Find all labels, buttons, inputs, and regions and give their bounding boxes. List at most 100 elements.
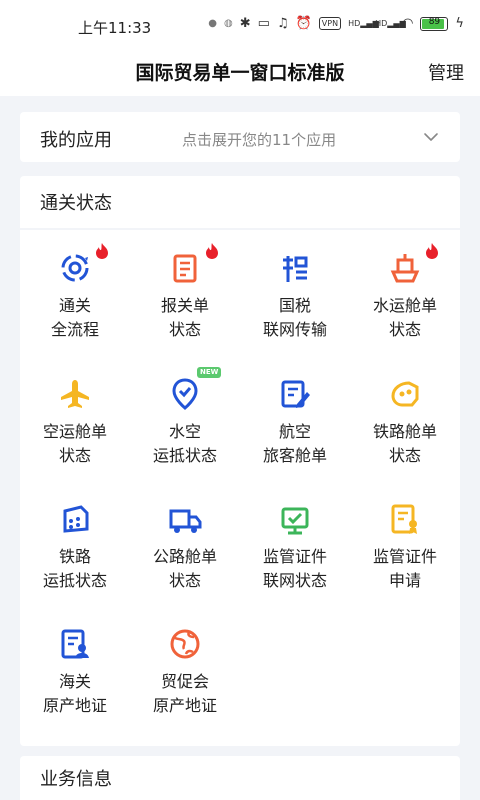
manage-button[interactable]: 管理: [428, 59, 464, 85]
app-header: 国际贸易单一窗口标准版 管理: [0, 52, 480, 96]
mute-icon: ♫: [276, 16, 289, 31]
grid-item-label-line1: 报关单: [160, 296, 209, 315]
notification-dot-icon: ●: [208, 18, 218, 29]
notification-icon: ◍: [224, 18, 233, 29]
new-badge: NEW: [197, 367, 222, 378]
my-apps-card[interactable]: 我的应用 点击展开您的11个应用: [20, 112, 460, 162]
grid-item-label-line1: 通关: [58, 296, 91, 315]
grid-item-国税联网传输[interactable]: 国税 联网传输: [240, 250, 350, 370]
grid-item-label-line2: 联网状态: [262, 571, 327, 590]
grid-item-label-line2: 状态: [388, 320, 421, 339]
grid-item-label: 公路舱单 状态: [130, 545, 240, 593]
grid-item-label-line1: 监管证件: [262, 547, 327, 566]
origin-cert-icon: [61, 629, 89, 659]
customs-status-title: 通关状态: [40, 193, 112, 214]
grid-item-label: 空运舱单 状态: [20, 420, 130, 468]
grid-item-label: 国税 联网传输: [240, 294, 350, 342]
wifi-icon: ◠: [402, 16, 414, 31]
battery-icon: 89: [420, 16, 449, 31]
grid-item-label-line1: 水空: [168, 422, 201, 441]
hot-fire-icon: [96, 243, 108, 259]
grid-item-label: 海关 原产地证: [20, 670, 130, 718]
grid-item-label: 水运舱单 状态: [350, 294, 460, 342]
grid-item-label-line1: 水运舱单: [372, 296, 437, 315]
tax-icon: [283, 256, 308, 282]
grid-item-label: 通关 全流程: [20, 294, 130, 342]
grid-item-label-line2: 运抵状态: [42, 571, 107, 590]
grid-item-label: 航空 旅客舱单: [240, 420, 350, 468]
status-bar: 上午11:33 ● ◍ ✱ ▭ ♫ ⏰ VPN HD▂▄▆ HD▂▄▆ ◠ 89…: [0, 0, 480, 52]
airplane-icon: [61, 380, 89, 408]
hot-fire-icon: [206, 243, 218, 259]
grid-item-label-line2: 联网传输: [262, 320, 327, 339]
grid-item-label-line2: 状态: [168, 320, 201, 339]
grid-item-label-line2: 状态: [58, 446, 91, 465]
signal-2-icon: HD▂▄▆: [375, 18, 406, 28]
status-icons: ● ◍ ✱ ▭ ♫ ⏰ VPN HD▂▄▆ HD▂▄▆ ◠ 89 ϟ: [208, 16, 464, 31]
my-apps-title: 我的应用: [40, 130, 112, 151]
edit-doc-icon: [281, 380, 310, 408]
hot-fire-icon: [426, 243, 438, 259]
my-apps-hint: 点击展开您的11个应用: [182, 131, 337, 149]
truck-icon: [169, 509, 202, 533]
train-icon: [391, 381, 419, 407]
grid-item-通关全流程[interactable]: 通关 全流程: [20, 243, 130, 370]
grid-item-label-line1: 空运舱单: [42, 422, 107, 441]
bluetooth-icon: ✱: [239, 16, 251, 31]
grid-item-报关单状态[interactable]: 报关单 状态: [130, 243, 240, 370]
rail-box-icon: [63, 505, 89, 533]
grid-item-label: 贸促会 原产地证: [130, 670, 240, 718]
grid-item-label-line1: 监管证件: [372, 547, 437, 566]
certificate-award-icon: [391, 504, 417, 534]
grid-item-海关原产地证[interactable]: 海关 原产地证: [20, 626, 130, 746]
grid-item-label-line2: 状态: [168, 571, 201, 590]
vpn-badge: VPN: [318, 17, 342, 30]
chevron-down-icon[interactable]: [422, 128, 440, 146]
grid-item-监管证件申请[interactable]: 监管证件 申请: [350, 501, 460, 621]
grid-item-label-line2: 申请: [388, 571, 421, 590]
grid-item-水空运抵状态[interactable]: NEW 水空运抵状态: [130, 367, 240, 496]
grid-item-贸促会原产地证[interactable]: 贸促会 原产地证: [130, 626, 240, 746]
grid-item-label: 铁路 运抵状态: [20, 545, 130, 593]
grid-item-label: 水空 运抵状态: [130, 420, 240, 468]
customs-status-card: 通关状态 通关 全流程 报关单 状态 国税 联网传输 水运舱单 状态 空运舱单 状态 NEW 水空 运抵…: [20, 176, 460, 746]
grid-item-label-line1: 海关: [58, 672, 91, 691]
location-check-icon: [172, 378, 198, 410]
grid-item-label-line2: 运抵状态: [152, 446, 217, 465]
certificate-network-icon: [281, 507, 309, 535]
grid-item-label-line1: 航空: [278, 422, 311, 441]
grid-item-公路舱单状态[interactable]: 公路舱单 状态: [130, 501, 240, 621]
grid-item-水运舱单状态[interactable]: 水运舱单 状态: [350, 243, 460, 370]
divider: [20, 228, 460, 230]
grid-item-空运舱单状态[interactable]: 空运舱单 状态: [20, 376, 130, 496]
nfc-icon: ▭: [257, 16, 270, 31]
grid-item-铁路舱单状态[interactable]: 铁路舱单 状态: [350, 376, 460, 496]
ship-icon: [390, 254, 420, 283]
business-info-card: 业务信息: [20, 756, 460, 800]
grid-item-label: 铁路舱单 状态: [350, 420, 460, 468]
grid-item-label-line2: 原产地证: [152, 696, 217, 715]
grid-item-label: 报关单 状态: [130, 294, 240, 342]
charging-icon: ϟ: [455, 16, 464, 31]
grid-item-label-line2: 状态: [388, 446, 421, 465]
grid-item-label-line2: 旅客舱单: [262, 446, 327, 465]
declaration-doc-icon: [173, 254, 197, 283]
business-info-title: 业务信息: [40, 769, 112, 790]
grid-item-label-line1: 铁路舱单: [372, 422, 437, 441]
grid-item-航空旅客舱单[interactable]: 航空 旅客舱单: [240, 376, 350, 496]
page-title: 国际贸易单一窗口标准版: [135, 62, 345, 84]
grid-item-label-line2: 全流程: [50, 320, 99, 339]
grid-item-label-line1: 公路舱单: [152, 547, 217, 566]
grid-item-label: 监管证件 联网状态: [240, 545, 350, 593]
grid-item-监管证件联网状态[interactable]: 监管证件 联网状态: [240, 501, 350, 621]
status-time: 上午11:33: [78, 19, 152, 37]
grid-item-label: 监管证件 申请: [350, 545, 460, 593]
clearance-cycle-icon: [61, 254, 89, 282]
signal-1-icon: HD▂▄▆: [348, 18, 379, 28]
grid-item-label-line1: 国税: [278, 296, 311, 315]
grid-item-label-line1: 铁路: [58, 547, 91, 566]
alarm-icon: ⏰: [295, 16, 312, 31]
battery-percent: 89: [428, 16, 441, 27]
grid-item-label-line2: 原产地证: [42, 696, 107, 715]
grid-item-铁路运抵状态[interactable]: 铁路 运抵状态: [20, 501, 130, 621]
